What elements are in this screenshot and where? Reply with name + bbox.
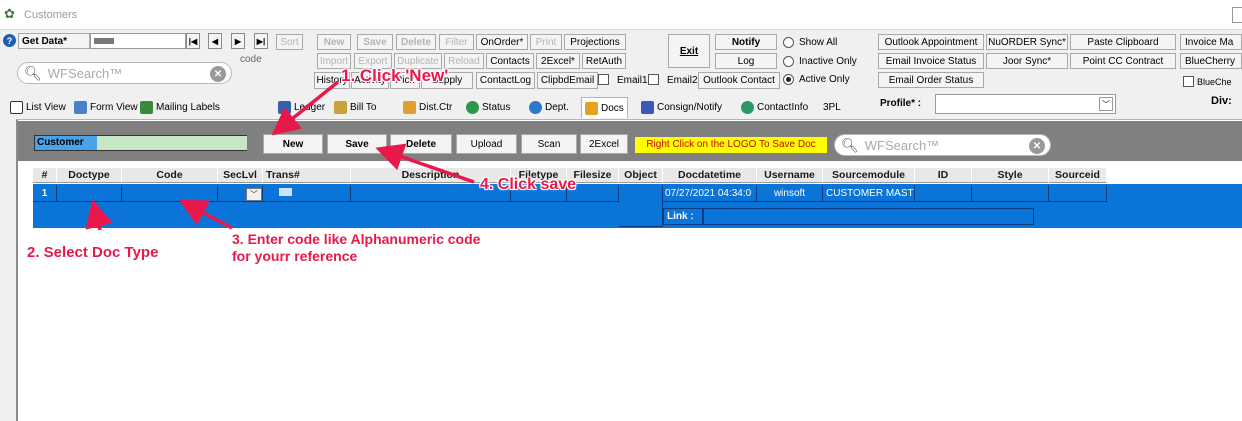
- annotation-step-1: 1. Click 'New': [341, 66, 449, 85]
- annotation-step-3-line1: 3. Enter code like Alphanumeric code: [232, 231, 481, 247]
- annotation-arrows: [85, 80, 475, 231]
- arrow-to-save: [375, 143, 475, 184]
- arrow-to-code: [178, 199, 233, 230]
- annotation-step-4: 4. Click save: [480, 176, 577, 193]
- annotation-step-3-line2: for yourr reference: [232, 248, 358, 264]
- arrow-to-new: [271, 80, 340, 136]
- arrow-to-doctype: [85, 199, 113, 231]
- annotation-step-2: 2. Select Doc Type: [27, 244, 159, 261]
